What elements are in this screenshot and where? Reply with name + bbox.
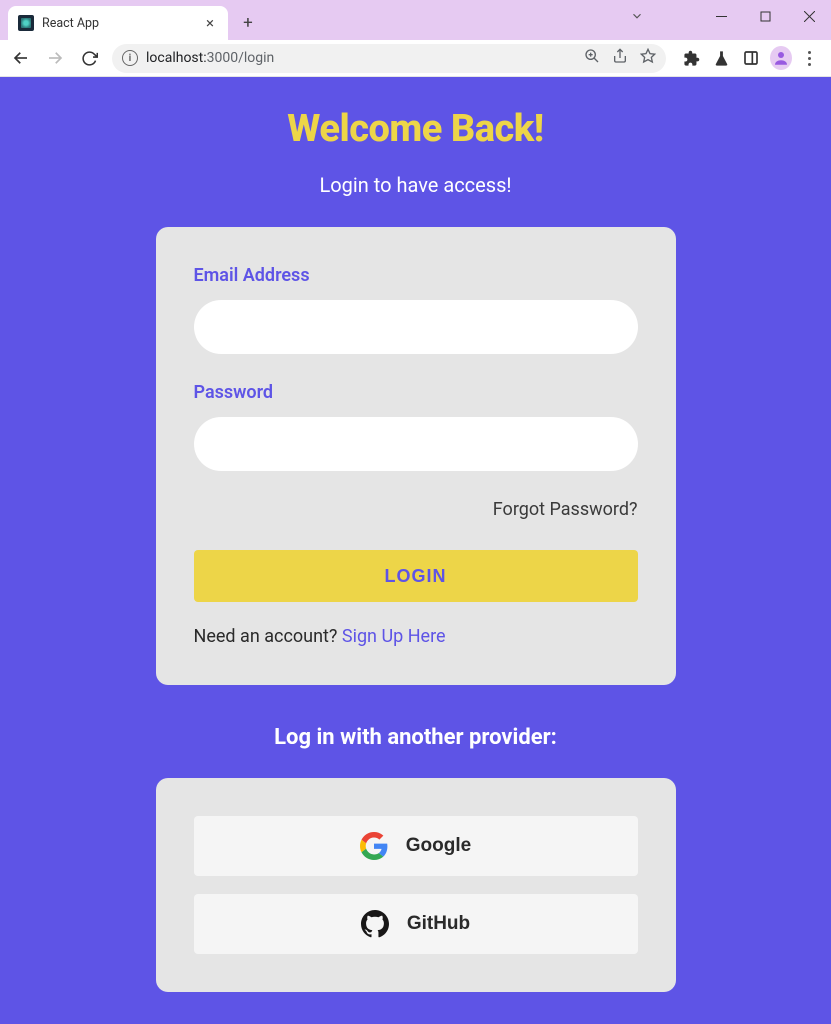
back-button[interactable] bbox=[6, 43, 36, 73]
google-label: Google bbox=[406, 835, 471, 857]
maximize-button[interactable] bbox=[743, 0, 787, 32]
extension-icons bbox=[674, 47, 825, 69]
minimize-button[interactable] bbox=[699, 0, 743, 32]
password-label: Password bbox=[194, 382, 638, 403]
close-window-button[interactable] bbox=[787, 0, 831, 32]
page-subtitle: Login to have access! bbox=[156, 173, 676, 197]
extensions-puzzle-icon[interactable] bbox=[680, 47, 702, 69]
password-input[interactable] bbox=[194, 417, 638, 471]
browser-toolbar: i localhost:3000/login bbox=[0, 40, 831, 77]
forgot-password-link[interactable]: Forgot Password? bbox=[194, 499, 638, 520]
browser-menu-icon[interactable] bbox=[800, 51, 819, 66]
github-login-button[interactable]: GitHub bbox=[194, 894, 638, 954]
url-text: localhost:3000/login bbox=[146, 50, 576, 66]
signup-row: Need an account? Sign Up Here bbox=[194, 626, 638, 647]
panel-icon[interactable] bbox=[740, 47, 762, 69]
close-tab-icon[interactable]: × bbox=[202, 14, 218, 32]
site-info-icon[interactable]: i bbox=[122, 50, 138, 66]
react-favicon bbox=[18, 15, 34, 31]
provider-card: Google GitHub bbox=[156, 778, 676, 992]
tab-title: React App bbox=[42, 16, 194, 31]
page-viewport: Welcome Back! Login to have access! Emai… bbox=[0, 77, 831, 1024]
browser-titlebar: React App × + bbox=[0, 0, 831, 40]
share-icon[interactable] bbox=[612, 48, 628, 68]
window-controls bbox=[699, 0, 831, 32]
address-bar[interactable]: i localhost:3000/login bbox=[112, 44, 666, 73]
tab-search-icon[interactable] bbox=[619, 0, 655, 32]
google-login-button[interactable]: Google bbox=[194, 816, 638, 876]
login-button[interactable]: LOGIN bbox=[194, 550, 638, 602]
flask-icon[interactable] bbox=[710, 47, 732, 69]
forward-button[interactable] bbox=[40, 43, 70, 73]
profile-avatar[interactable] bbox=[770, 47, 792, 69]
google-icon bbox=[360, 832, 388, 860]
new-tab-button[interactable]: + bbox=[234, 9, 262, 37]
reload-button[interactable] bbox=[74, 43, 104, 73]
email-input[interactable] bbox=[194, 300, 638, 354]
need-account-text: Need an account? bbox=[194, 626, 342, 647]
bookmark-star-icon[interactable] bbox=[640, 48, 656, 68]
email-label: Email Address bbox=[194, 265, 638, 286]
page-heading: Welcome Back! bbox=[156, 107, 676, 151]
login-card: Email Address Password Forgot Password? … bbox=[156, 227, 676, 685]
browser-tab[interactable]: React App × bbox=[8, 6, 228, 40]
zoom-icon[interactable] bbox=[584, 48, 600, 68]
github-label: GitHub bbox=[407, 913, 470, 935]
github-icon bbox=[361, 910, 389, 938]
provider-heading: Log in with another provider: bbox=[156, 725, 676, 750]
signup-link[interactable]: Sign Up Here bbox=[342, 626, 446, 647]
